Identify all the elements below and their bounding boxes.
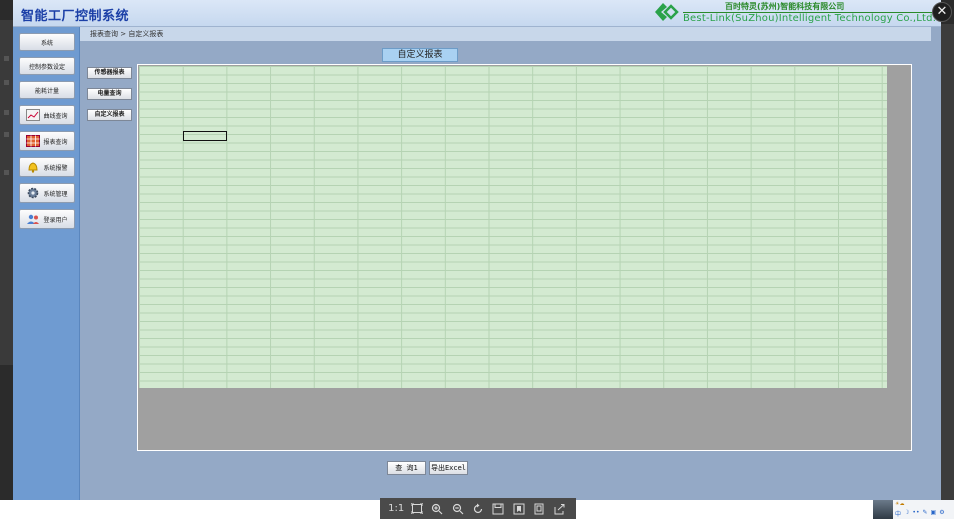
dots-icon[interactable]: •• bbox=[912, 509, 919, 518]
sidebar-item-system-alarm[interactable]: 系统报警 bbox=[19, 157, 75, 177]
ime-icon[interactable]: 中 bbox=[895, 509, 901, 518]
taskbar-area-left bbox=[0, 500, 380, 519]
sidebar-item-label: 系统管理 bbox=[43, 190, 68, 198]
sidebar-item-label: 能耗计量 bbox=[34, 87, 59, 95]
spreadsheet-grid[interactable] bbox=[139, 66, 887, 388]
wrench-icon[interactable]: ✎ bbox=[922, 509, 927, 518]
company-name-en: Best-Link(SuZhou)Intelligent Technology … bbox=[683, 13, 937, 24]
actual-size-label: 1:1 bbox=[388, 503, 405, 514]
background-window-strip bbox=[0, 20, 13, 365]
sidebar-item-login-user[interactable]: 登录用户 bbox=[19, 209, 75, 229]
gear-icon bbox=[28, 187, 39, 199]
sidebar-item-system[interactable]: 系统 bbox=[19, 33, 75, 51]
sidebar-item-energy-metering[interactable]: 能耗计量 bbox=[19, 81, 75, 99]
sidebar-item-label: 报表查询 bbox=[43, 138, 68, 146]
bell-icon bbox=[28, 162, 38, 173]
spreadsheet-frame bbox=[137, 64, 912, 451]
sidebar-item-report-query[interactable]: 报表查询 bbox=[19, 131, 75, 151]
power-query-button[interactable]: 电量查询 bbox=[87, 88, 132, 100]
bookmark-icon[interactable] bbox=[512, 502, 526, 516]
gear-icon[interactable]: ⚙ bbox=[939, 509, 944, 518]
image-viewer-toolbar: 1:1 bbox=[380, 498, 576, 519]
fit-window-icon[interactable] bbox=[410, 502, 424, 516]
sidebar-item-curve-query[interactable]: 曲线查询 bbox=[19, 105, 75, 125]
app-header: 智能工厂控制系统 百时特灵(苏州)智能科技有限公司 Best-Link(SuZh… bbox=[13, 0, 941, 27]
sidebar-item-label: 曲线查询 bbox=[43, 112, 68, 120]
zoom-in-icon[interactable] bbox=[430, 502, 444, 516]
rotate-icon[interactable] bbox=[471, 502, 485, 516]
breadcrumb: 报表查询 > 自定义报表 bbox=[80, 27, 931, 41]
company-name-cn: 百时特灵(苏州)智能科技有限公司 bbox=[725, 2, 845, 11]
copy-icon[interactable] bbox=[532, 502, 546, 516]
sidebar-item-label: 登录用户 bbox=[43, 216, 68, 224]
share-icon[interactable] bbox=[553, 502, 567, 516]
save-icon[interactable] bbox=[491, 502, 505, 516]
actual-size-icon[interactable]: 1:1 bbox=[388, 502, 405, 516]
sidebar-item-label: 系统报警 bbox=[43, 164, 68, 172]
export-excel-button[interactable]: 导出Excel bbox=[429, 461, 468, 475]
close-icon[interactable]: ✕ bbox=[932, 2, 952, 22]
system-tray: ☀☁ 中 ☽ •• ✎ ▣ ⚙ bbox=[873, 500, 954, 519]
taskbar-area-middle bbox=[576, 500, 873, 519]
moon-icon[interactable]: ☽ bbox=[904, 509, 909, 518]
sidebar-item-system-management[interactable]: 系统管理 bbox=[19, 183, 75, 203]
tray-avatar[interactable] bbox=[873, 500, 893, 519]
table-grid-icon bbox=[26, 135, 41, 147]
report-title: 自定义报表 bbox=[382, 48, 458, 62]
sidebar-item-label: 控制参数设定 bbox=[28, 63, 65, 71]
company-logo-icon bbox=[655, 3, 679, 21]
sensor-report-button[interactable]: 传感器报表 bbox=[87, 67, 132, 79]
users-icon bbox=[27, 214, 40, 224]
shirt-icon[interactable]: ▣ bbox=[931, 509, 937, 518]
weather-icon: ☀☁ bbox=[895, 501, 905, 507]
selected-cell[interactable] bbox=[183, 131, 227, 141]
tray-icons: 中 ☽ •• ✎ ▣ ⚙ bbox=[895, 509, 945, 518]
screen: 智能工厂控制系统 百时特灵(苏州)智能科技有限公司 Best-Link(SuZh… bbox=[0, 0, 954, 519]
app-window: 智能工厂控制系统 百时特灵(苏州)智能科技有限公司 Best-Link(SuZh… bbox=[13, 0, 941, 500]
query-button[interactable]: 查 询1 bbox=[387, 461, 426, 475]
sidebar: 系统 控制参数设定 能耗计量 曲线查询 报表查询 系统报警 系统管理 登录用户 bbox=[13, 27, 80, 500]
zoom-out-icon[interactable] bbox=[451, 502, 465, 516]
line-chart-icon bbox=[26, 109, 41, 121]
custom-report-button[interactable]: 自定义报表 bbox=[87, 109, 132, 121]
sidebar-item-label: 系统 bbox=[40, 39, 53, 47]
app-title: 智能工厂控制系统 bbox=[21, 9, 130, 24]
sidebar-item-control-params[interactable]: 控制参数设定 bbox=[19, 57, 75, 75]
